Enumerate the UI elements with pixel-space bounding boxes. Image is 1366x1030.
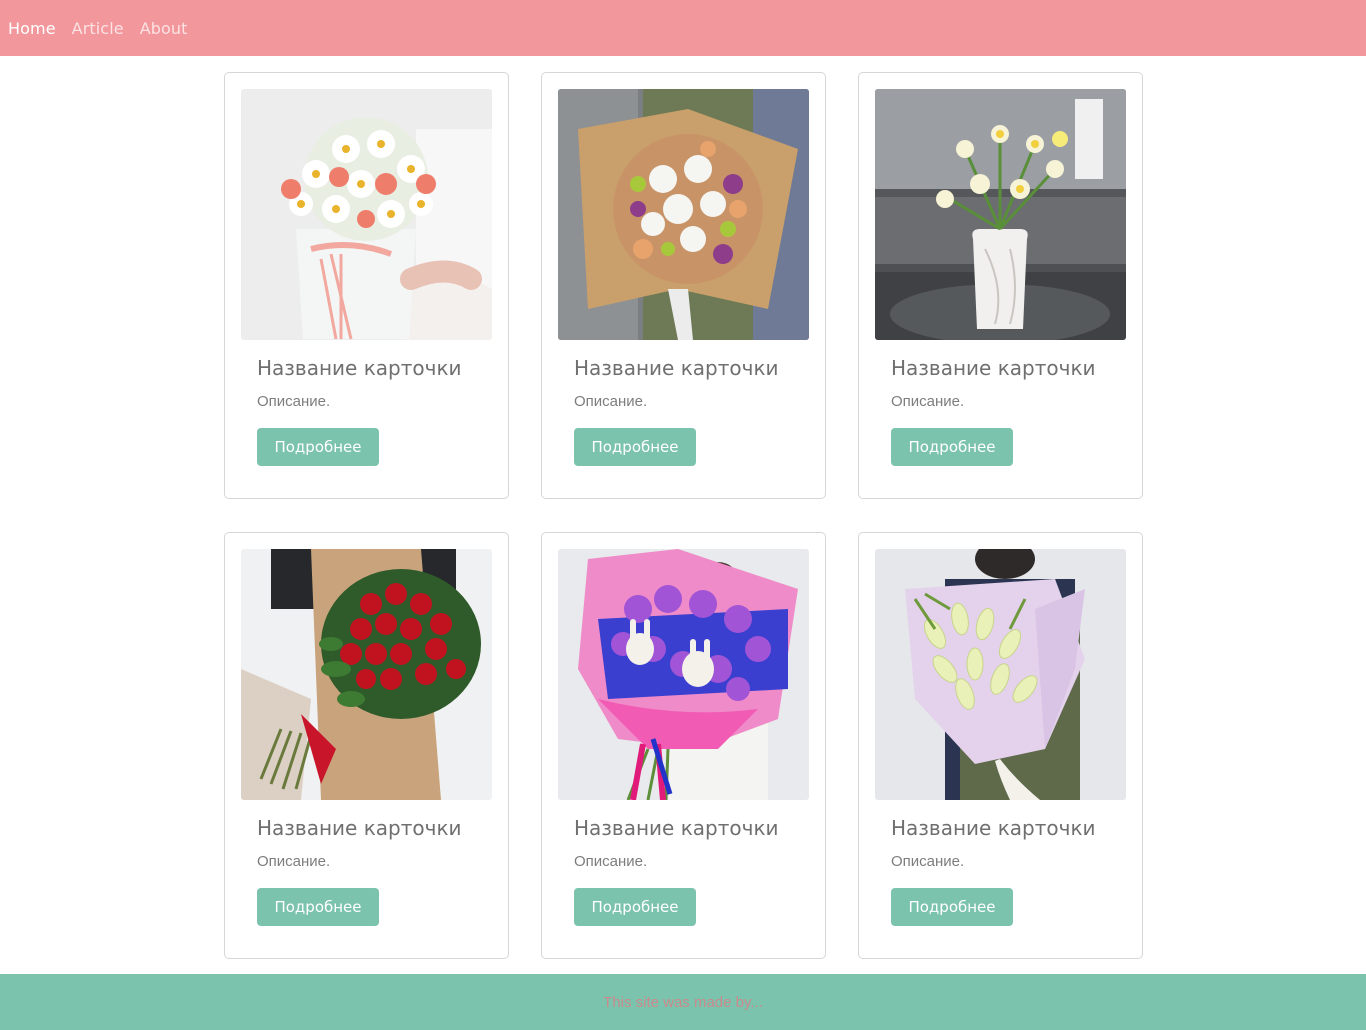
card-image bbox=[558, 89, 809, 340]
nav-link-home[interactable]: Home bbox=[8, 19, 56, 38]
product-card: Название карточки Описание. Подробнее bbox=[858, 72, 1143, 499]
card-description: Описание. bbox=[891, 393, 965, 410]
card-title: Название карточки bbox=[891, 356, 1096, 380]
card-grid: Название карточки Описание. Подробнее На… bbox=[224, 72, 1143, 959]
details-button[interactable]: Подробнее bbox=[574, 888, 696, 926]
card-title: Название карточки bbox=[891, 816, 1096, 840]
card-image bbox=[241, 549, 492, 800]
card-description: Описание. bbox=[574, 853, 648, 870]
card-image bbox=[875, 549, 1126, 800]
details-button[interactable]: Подробнее bbox=[891, 428, 1013, 466]
card-title: Название карточки bbox=[574, 356, 779, 380]
card-title: Название карточки bbox=[257, 356, 462, 380]
footer-text: This site was made by... bbox=[603, 993, 763, 1011]
product-card: Название карточки Описание. Подробнее bbox=[224, 72, 509, 499]
product-card: Название карточки Описание. Подробнее bbox=[858, 532, 1143, 959]
card-description: Описание. bbox=[891, 853, 965, 870]
nav-link-article[interactable]: Article bbox=[72, 19, 124, 38]
card-image bbox=[875, 89, 1126, 340]
product-card: Название карточки Описание. Подробнее bbox=[541, 72, 826, 499]
card-image bbox=[241, 89, 492, 340]
card-description: Описание. bbox=[574, 393, 648, 410]
card-description: Описание. bbox=[257, 393, 331, 410]
details-button[interactable]: Подробнее bbox=[257, 888, 379, 926]
navbar: Home Article About bbox=[0, 0, 1366, 56]
card-image bbox=[558, 549, 809, 800]
nav-link-about[interactable]: About bbox=[140, 19, 188, 38]
product-card: Название карточки Описание. Подробнее bbox=[541, 532, 826, 959]
product-card: Название карточки Описание. Подробнее bbox=[224, 532, 509, 959]
details-button[interactable]: Подробнее bbox=[574, 428, 696, 466]
card-title: Название карточки bbox=[574, 816, 779, 840]
card-title: Название карточки bbox=[257, 816, 462, 840]
details-button[interactable]: Подробнее bbox=[891, 888, 1013, 926]
details-button[interactable]: Подробнее bbox=[257, 428, 379, 466]
footer: This site was made by... bbox=[0, 974, 1366, 1030]
card-description: Описание. bbox=[257, 853, 331, 870]
